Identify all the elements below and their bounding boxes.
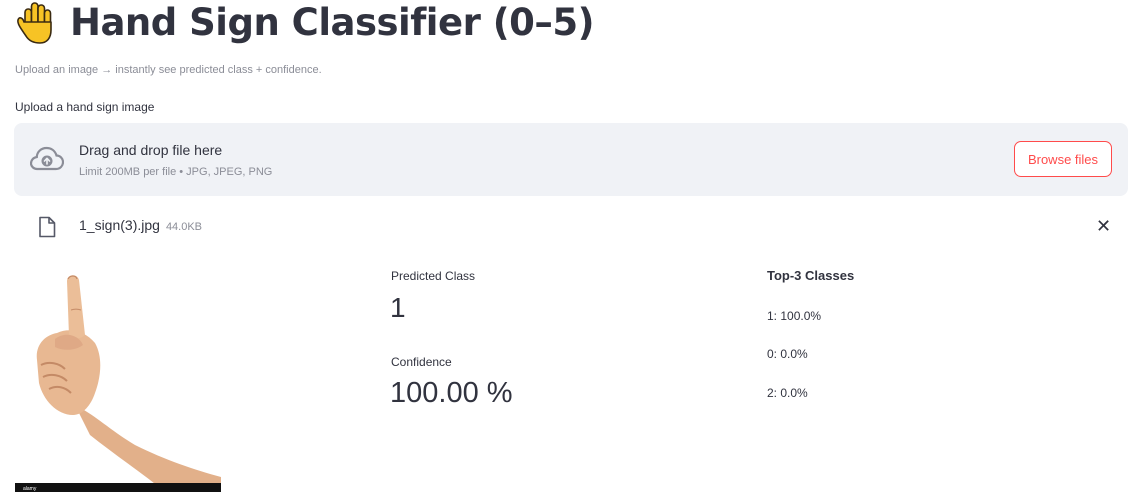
confidence-value: 100.00 % xyxy=(390,377,513,409)
top3-item: 0: 0.0% xyxy=(767,347,808,361)
top3-item: 1: 100.0% xyxy=(767,309,822,323)
top3-title: Top-3 Classes xyxy=(767,268,855,283)
svg-text:alamy: alamy xyxy=(23,486,37,492)
uploaded-file-name: 1_sign(3).jpg 44.0KB xyxy=(79,217,202,233)
predicted-class-value: 1 xyxy=(390,292,406,323)
uploaded-file-row: 1_sign(3).jpg 44.0KB ✕ xyxy=(14,210,1128,244)
page-subtitle: Upload an image → instantly see predicte… xyxy=(15,64,322,76)
file-size: 44.0KB xyxy=(165,221,203,233)
confidence-label: Confidence xyxy=(391,355,452,369)
top3-item: 2: 0.0% xyxy=(767,386,808,400)
uploader-label: Upload a hand sign image xyxy=(15,100,155,114)
close-icon[interactable]: ✕ xyxy=(1096,216,1111,236)
cloud-upload-icon xyxy=(30,146,64,171)
predicted-class-label: Predicted Class xyxy=(391,269,476,283)
raised-hand-icon xyxy=(17,2,52,44)
uploaded-hand-image: alamy xyxy=(15,265,221,492)
browse-files-button[interactable]: Browse files xyxy=(1014,141,1112,177)
file-name-text: 1_sign(3).jpg xyxy=(79,217,160,233)
dropzone-limit-text: Limit 200MB per file • JPG, JPEG, PNG xyxy=(79,166,273,178)
file-icon xyxy=(39,216,56,238)
page-header: Hand Sign Classifier (0–5) xyxy=(14,0,595,44)
file-dropzone[interactable]: Drag and drop file here Limit 200MB per … xyxy=(14,123,1128,196)
dropzone-instructions: Drag and drop file here xyxy=(79,142,223,158)
page-title: Hand Sign Classifier (0–5) xyxy=(70,0,595,44)
